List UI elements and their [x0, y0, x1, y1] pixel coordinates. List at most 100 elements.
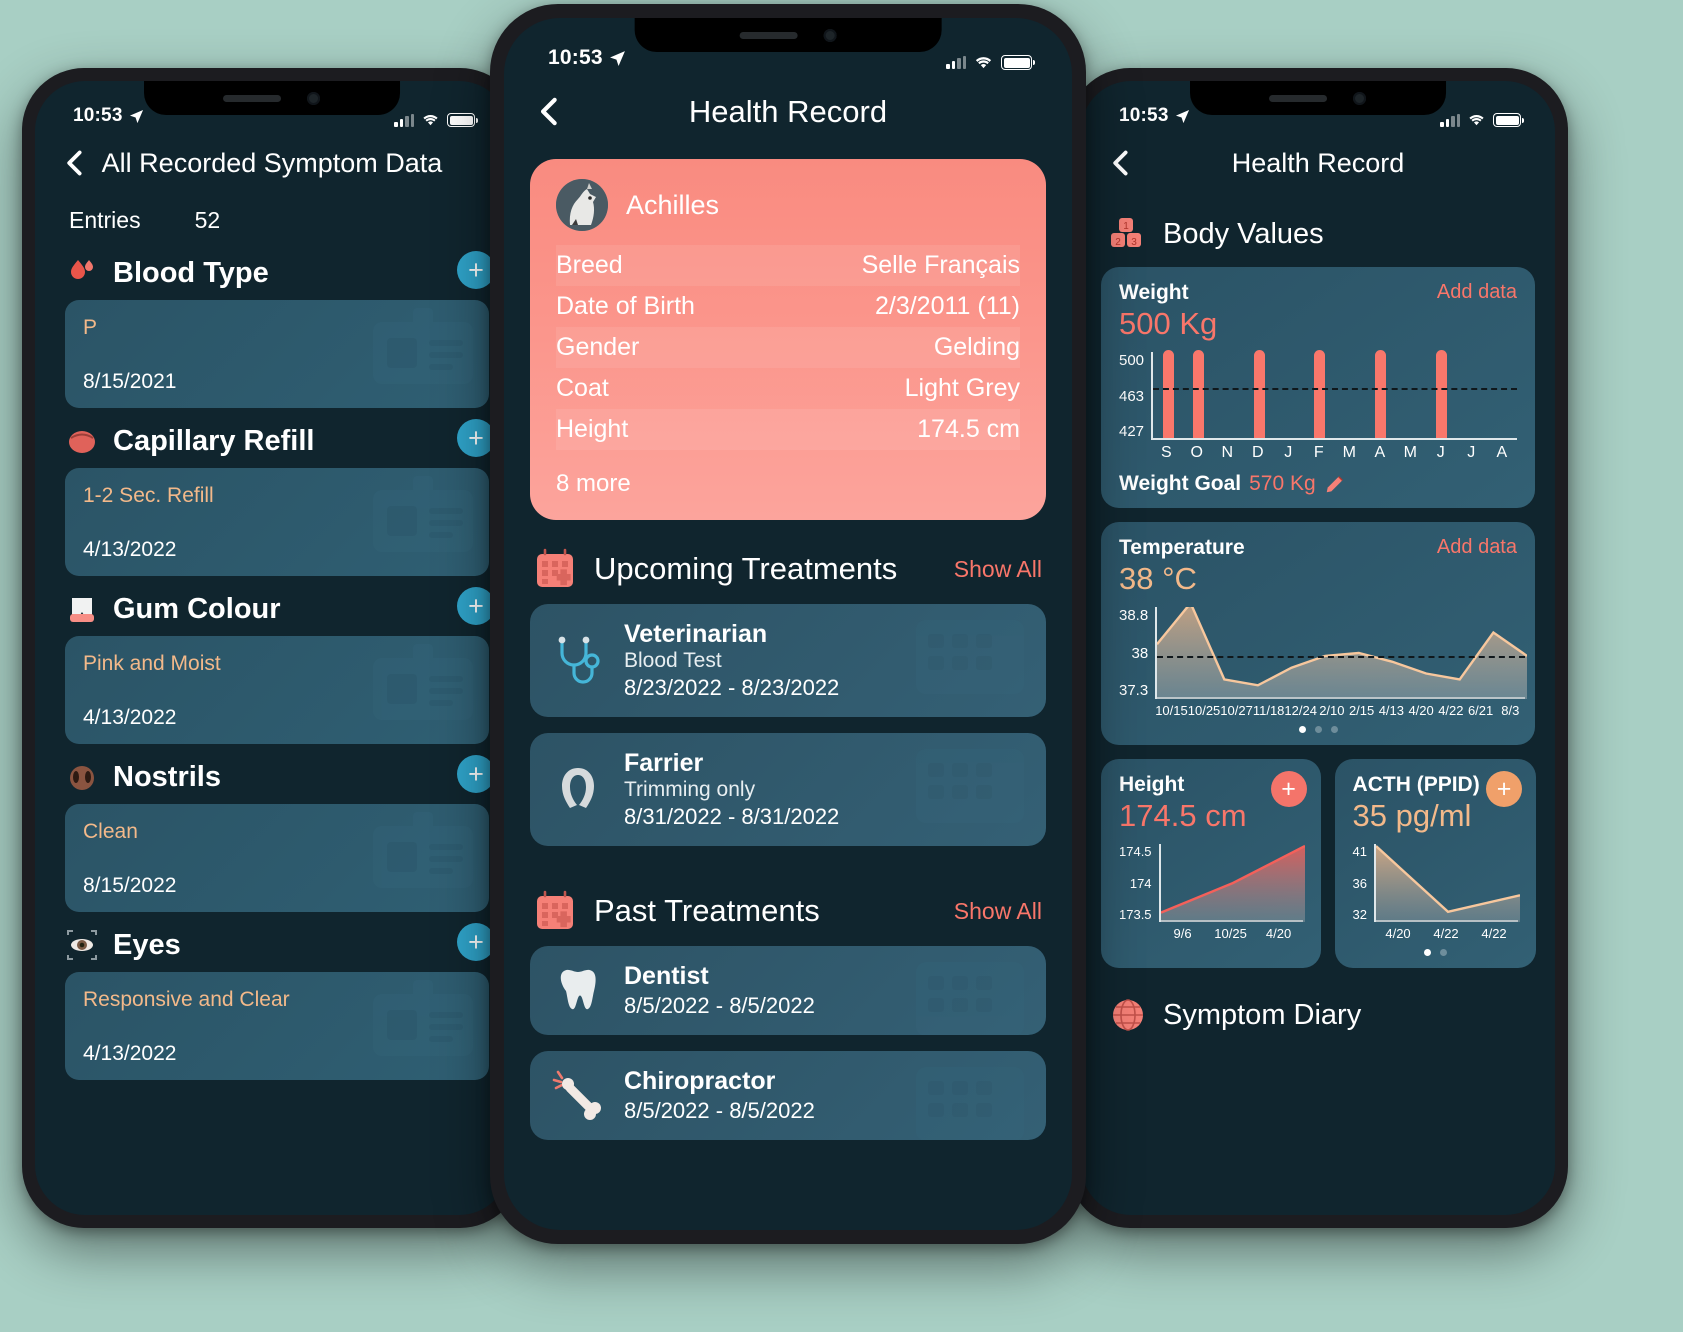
horse-avatar — [556, 179, 608, 231]
profile-row-label: Coat — [556, 374, 609, 402]
profile-row: Gender Gelding — [556, 327, 1020, 368]
temperature-add-data-button[interactable]: Add data — [1437, 536, 1517, 559]
treatment-card[interactable]: Dentist 8/5/2022 - 8/5/2022 — [530, 946, 1046, 1035]
weight-bar — [1314, 350, 1326, 438]
profile-more-link[interactable]: 8 more — [556, 470, 1020, 498]
axis-tick: A — [1374, 444, 1386, 461]
treatment-card[interactable]: Veterinarian Blood Test 8/23/2022 - 8/23… — [530, 604, 1046, 717]
weight-add-data-button[interactable]: Add data — [1437, 281, 1517, 304]
treatment-date: 8/5/2022 - 8/5/2022 — [624, 993, 815, 1018]
weight-plot-area — [1151, 350, 1518, 440]
profile-row: Coat Light Grey — [556, 368, 1020, 409]
acth-card[interactable]: ACTH (PPID) 35 pg/ml + 41 36 32 4/20 4/2… — [1334, 759, 1537, 968]
section-title: Upcoming Treatments — [594, 551, 898, 586]
symptom-date: 4/13/2022 — [83, 1042, 177, 1065]
wifi-icon — [423, 115, 438, 126]
symptom-value: Pink and Moist — [83, 652, 221, 675]
status-left: 10:53 — [73, 105, 144, 127]
axis-tick: 4/20 — [1385, 926, 1411, 941]
bar-slot — [1487, 352, 1517, 438]
symptom-entry-card[interactable]: Clean 8/15/2022 — [65, 804, 489, 912]
status-time: 10:53 — [1119, 105, 1169, 126]
acth-plot-area — [1374, 844, 1521, 922]
bar-slot — [1426, 350, 1456, 438]
calendar-bg-icon — [916, 962, 1024, 1035]
temperature-chart: 38.8 38 37.3 10/15 10/25 10/27 11/18 12/… — [1119, 607, 1528, 718]
location-arrow-icon — [609, 50, 625, 66]
calendar-medical-icon — [537, 548, 573, 587]
temperature-area-path — [1157, 607, 1528, 699]
show-all-past-button[interactable]: Show All — [954, 898, 1042, 925]
chevron-left-icon[interactable] — [61, 149, 89, 177]
pencil-icon[interactable] — [1324, 473, 1346, 495]
calendar-bg-icon — [916, 749, 1024, 823]
past-treatments-header: Past Treatments Show All — [504, 862, 1072, 946]
weight-goal-row[interactable]: Weight Goal 570 Kg — [1119, 472, 1517, 496]
bar-slot — [1305, 350, 1335, 438]
axis-tick: 10/15 — [1155, 703, 1188, 718]
axis-tick: 41 — [1352, 844, 1368, 859]
number-blocks-icon: 12 3 — [1111, 218, 1141, 248]
axis-tick: O — [1190, 444, 1203, 461]
symptom-entry-card[interactable]: Pink and Moist 4/13/2022 — [65, 636, 489, 744]
add-acth-button[interactable]: + — [1486, 771, 1523, 807]
tooth-icon — [560, 969, 596, 1009]
profile-top: Achilles — [556, 179, 1020, 231]
weight-card[interactable]: Weight 500 Kg Add data 500 463 427 SONDJFM… — [1101, 267, 1535, 508]
chevron-left-icon[interactable] — [1107, 149, 1135, 177]
treatment-date: 8/31/2022 - 8/31/2022 — [624, 804, 840, 829]
treatment-subtitle: Blood Test — [624, 649, 722, 672]
axis-tick: 38.8 — [1119, 607, 1149, 624]
symptom-header-nostrils: Nostrils + — [35, 744, 509, 804]
axis-tick: A — [1496, 444, 1508, 461]
screenshot-stage: 10:53 All Recorded Symptom Data Entries … — [0, 0, 1683, 1332]
weight-value: 500 Kg — [1119, 306, 1218, 341]
symptom-value: Responsive and Clear — [83, 988, 290, 1011]
height-chart: 174.5 174 173.5 9/6 10/25 4/20 — [1119, 844, 1305, 941]
axis-tick: 12/24 — [1284, 703, 1317, 718]
treatment-card[interactable]: Farrier Trimming only 8/31/2022 - 8/31/2… — [530, 733, 1046, 846]
temperature-card[interactable]: Temperature 38 °C Add data 38.83837.3 — [1101, 522, 1535, 745]
symptom-diary-title: Symptom Diary — [1163, 998, 1362, 1031]
axis-tick: 4/22 — [1481, 926, 1507, 941]
page-title: Health Record — [1231, 147, 1405, 178]
treatment-text: Chiropractor 8/5/2022 - 8/5/2022 — [624, 1067, 815, 1124]
axis-tick: S — [1160, 444, 1172, 461]
height-y-axis: 174.5 174 173.5 — [1119, 844, 1159, 922]
axis-tick: 37.3 — [1119, 682, 1149, 699]
symptom-diary-header[interactable]: Symptom Diary — [1081, 978, 1555, 1044]
symptom-entry-card[interactable]: P 8/15/2021 — [65, 300, 489, 408]
horse-profile-card[interactable]: Achilles Breed Selle Français Date of Bi… — [530, 159, 1046, 520]
bar-slot — [1214, 352, 1244, 438]
profile-row-value: 2/3/2011 (11) — [874, 292, 1020, 320]
symptom-entry-card[interactable]: 1-2 Sec. Refill 4/13/2022 — [65, 468, 489, 576]
nav-bar-center: Health Record — [504, 70, 1072, 145]
acth-area-path — [1376, 845, 1521, 922]
profile-row-label: Gender — [556, 333, 640, 361]
axis-tick: 6/21 — [1467, 703, 1494, 718]
treatment-date: 8/23/2022 - 8/23/2022 — [624, 675, 840, 700]
profile-row: Height 174.5 cm — [556, 409, 1020, 450]
chevron-left-icon[interactable] — [534, 96, 565, 127]
profile-row-value: Selle Français — [861, 251, 1020, 279]
status-time: 10:53 — [73, 105, 123, 126]
acth-page-dots[interactable] — [1353, 949, 1518, 956]
axis-tick: 9/6 — [1173, 926, 1192, 941]
symptom-entry-card[interactable]: Responsive and Clear 4/13/2022 — [65, 972, 489, 1080]
show-all-upcoming-button[interactable]: Show All — [954, 556, 1042, 583]
symptom-date: 8/15/2021 — [83, 370, 177, 393]
axis-tick: 38 — [1131, 644, 1149, 662]
treatment-card[interactable]: Chiropractor 8/5/2022 - 8/5/2022 — [530, 1051, 1046, 1140]
profile-row-value: Light Grey — [904, 374, 1020, 402]
status-time: 10:53 — [548, 46, 603, 69]
height-card[interactable]: Height 174.5 cm + 174.5 174 173.5 9/6 10… — [1101, 759, 1321, 968]
axis-tick: 500 — [1119, 352, 1145, 369]
symptom-header-blood-type: Blood Type + — [35, 240, 509, 300]
temperature-page-dots[interactable] — [1119, 726, 1517, 733]
axis-tick: 174 — [1129, 875, 1152, 891]
axis-tick: 174.5 — [1119, 844, 1152, 859]
axis-tick: 8/3 — [1501, 703, 1520, 718]
add-height-button[interactable]: + — [1270, 771, 1307, 807]
height-value: 174.5 cm — [1119, 798, 1247, 833]
weight-goal-line — [1153, 388, 1518, 391]
